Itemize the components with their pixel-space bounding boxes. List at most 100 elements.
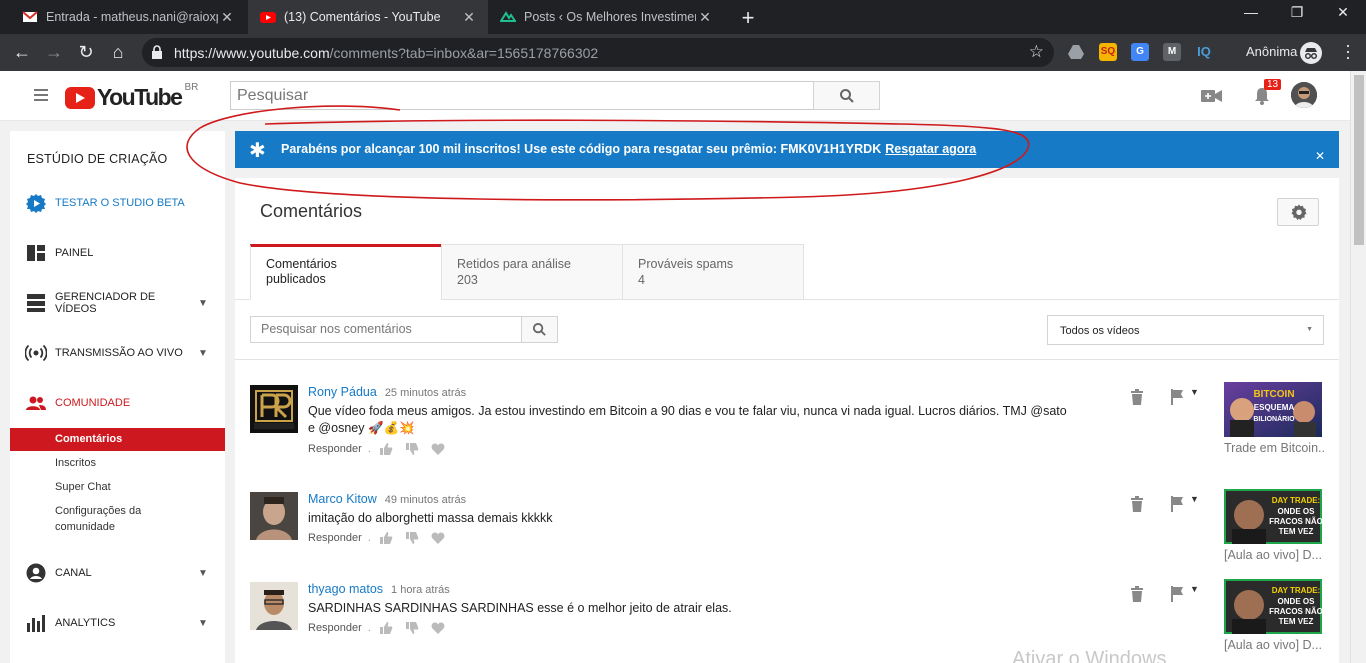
reply-link[interactable]: Responder	[308, 532, 362, 544]
sidebar-item-label: COMUNIDADE	[55, 397, 131, 409]
browser-menu-icon[interactable]: · · ·	[1338, 36, 1358, 66]
back-icon[interactable]: ←	[10, 41, 34, 65]
sidebar-item-analytics[interactable]: ANALYTICS ▼	[10, 611, 225, 635]
comment-author[interactable]: thyago matos 1 hora atrás	[308, 582, 450, 596]
minimize-icon[interactable]: —	[1236, 4, 1266, 20]
video-thumbnail[interactable]: BITCOIN ESQUEMA BILIONÁRIO	[1224, 382, 1322, 437]
sidebar-item-painel[interactable]: PAINEL	[10, 241, 225, 265]
commenter-avatar[interactable]	[250, 492, 298, 540]
address-bar[interactable]: https://www.youtube.com/comments?tab=inb…	[142, 38, 1054, 67]
drive-icon[interactable]	[1067, 43, 1085, 61]
m-icon[interactable]: M	[1163, 43, 1181, 61]
flag-icon[interactable]	[1170, 586, 1184, 602]
tab-likely-spam[interactable]: Prováveis spams 4	[622, 244, 804, 300]
comment-tabs: Comentários publicados Retidos para anál…	[235, 244, 1339, 300]
tab-youtube[interactable]: (13) Comentários - YouTube ✕	[248, 0, 488, 34]
tab-held-for-review[interactable]: Retidos para análise 203	[441, 244, 623, 300]
sidebar-item-live[interactable]: TRANSMISSÃO AO VIVO ▼	[10, 341, 225, 365]
sidebar-item-community[interactable]: COMUNIDADE	[10, 391, 225, 415]
close-window-icon[interactable]: ✕	[1328, 4, 1358, 21]
video-thumbnail[interactable]: DAY TRADE: ONDE OSFRACOS NÃOTEM VEZ	[1224, 579, 1322, 634]
page-scrollbar[interactable]	[1350, 71, 1366, 663]
video-title[interactable]: Trade em Bitcoin...	[1224, 441, 1324, 455]
trash-icon[interactable]	[1130, 586, 1144, 602]
video-manager-icon	[27, 294, 45, 312]
sidebar-item-video-manager[interactable]: GERENCIADOR DE VÍDEOS ▼	[10, 291, 225, 315]
sidebar-item-studio-beta[interactable]: TESTAR O STUDIO BETA	[10, 191, 225, 215]
redeem-link[interactable]: Resgatar agora	[885, 142, 976, 156]
incognito-icon[interactable]	[1300, 42, 1322, 64]
tab-gmail[interactable]: Entrada - matheus.nani@raioxpre ✕	[10, 0, 246, 34]
trash-icon[interactable]	[1130, 389, 1144, 405]
close-icon[interactable]: ✕	[1315, 149, 1325, 163]
more-options-icon[interactable]: ▼	[1190, 584, 1199, 594]
upload-video-icon[interactable]	[1201, 88, 1223, 104]
iq-icon[interactable]: IQ	[1195, 43, 1213, 61]
video-filter-select[interactable]: Todos os vídeos ▼	[1047, 315, 1324, 345]
scrollbar-thumb[interactable]	[1354, 75, 1364, 245]
menu-icon[interactable]	[34, 89, 48, 104]
heart-icon[interactable]	[431, 442, 445, 456]
community-icon	[26, 396, 46, 410]
tab-posts[interactable]: Posts ‹ Os Melhores Investimento ✕	[488, 0, 724, 34]
search-input[interactable]: Pesquisar	[230, 81, 814, 110]
svg-text:ESQUEMA: ESQUEMA	[1254, 403, 1295, 412]
comment-item: thyago matos 1 hora atrás SARDINHAS SARDI…	[250, 579, 1325, 652]
video-thumbnail[interactable]: DAY TRADE: ONDE OSFRACOS NÃOTEM VEZ	[1224, 489, 1322, 544]
tab-label: Prováveis spams	[638, 257, 734, 271]
commenter-avatar[interactable]	[250, 385, 298, 433]
restore-icon[interactable]: ❐	[1282, 4, 1312, 21]
sidebar-subitem-subscribers[interactable]: Inscritos	[10, 457, 225, 469]
heart-icon[interactable]	[431, 621, 445, 635]
trash-icon[interactable]	[1130, 496, 1144, 512]
thumbs-up-icon[interactable]	[379, 621, 393, 635]
sidebar-item-label: PAINEL	[55, 247, 94, 259]
close-tab-icon[interactable]: ✕	[218, 9, 236, 26]
bookmark-star-icon[interactable]: ☆	[1029, 42, 1044, 62]
chevron-down-icon[interactable]: ▼	[193, 568, 213, 579]
sq-icon[interactable]: SQ	[1099, 43, 1117, 61]
comment-search-input[interactable]: Pesquisar nos comentários	[250, 316, 522, 343]
search-button[interactable]	[813, 81, 880, 110]
chevron-down-icon[interactable]: ▼	[193, 348, 213, 359]
sidebar-subitem-comments[interactable]: Comentários	[10, 428, 225, 451]
profile-label[interactable]: Anônima	[1246, 44, 1297, 59]
svg-text:BITCOIN: BITCOIN	[1253, 389, 1294, 400]
translate-icon[interactable]: G	[1131, 43, 1149, 61]
comment-author[interactable]: Marco Kitow 49 minutos atrás	[308, 492, 466, 506]
thumbs-down-icon[interactable]	[405, 621, 419, 635]
sidebar-subitem-community-settings[interactable]: Configurações da comunidade	[10, 503, 190, 535]
flag-icon[interactable]	[1170, 389, 1184, 405]
forward-icon[interactable]: →	[42, 41, 66, 65]
video-title[interactable]: [Aula ao vivo] D...	[1224, 638, 1324, 652]
video-title[interactable]: [Aula ao vivo] D...	[1224, 548, 1324, 562]
more-options-icon[interactable]: ▼	[1190, 387, 1199, 397]
reply-link[interactable]: Responder	[308, 622, 362, 634]
comment-author[interactable]: Rony Pádua 25 minutos atrás	[308, 385, 466, 399]
sidebar-item-channel[interactable]: CANAL ▼	[10, 561, 225, 585]
thumbs-down-icon[interactable]	[405, 531, 419, 545]
thumbs-up-icon[interactable]	[379, 442, 393, 456]
chevron-down-icon[interactable]: ▼	[193, 618, 213, 629]
avatar[interactable]	[1291, 82, 1317, 108]
sidebar-subitem-super-chat[interactable]: Super Chat	[10, 481, 225, 493]
reload-icon[interactable]: ↻	[74, 41, 98, 65]
thumbs-down-icon[interactable]	[405, 442, 419, 456]
heart-icon[interactable]	[431, 531, 445, 545]
home-icon[interactable]: ⌂	[106, 41, 130, 65]
close-tab-icon[interactable]: ✕	[696, 9, 714, 26]
svg-text:ONDE OS: ONDE OS	[1278, 507, 1316, 516]
tab-published[interactable]: Comentários publicados	[250, 244, 442, 300]
reply-link[interactable]: Responder	[308, 443, 362, 455]
close-tab-icon[interactable]: ✕	[460, 9, 478, 26]
comment-search-button[interactable]	[521, 316, 558, 343]
commenter-avatar[interactable]	[250, 582, 298, 630]
svg-text:TEM VEZ: TEM VEZ	[1279, 527, 1314, 536]
flag-icon[interactable]	[1170, 496, 1184, 512]
settings-button[interactable]	[1277, 198, 1319, 226]
new-tab-button[interactable]: +	[737, 5, 759, 31]
more-options-icon[interactable]: ▼	[1190, 494, 1199, 504]
chevron-down-icon[interactable]: ▼	[193, 298, 213, 309]
youtube-logo[interactable]: YouTube BR	[65, 82, 198, 111]
thumbs-up-icon[interactable]	[379, 531, 393, 545]
